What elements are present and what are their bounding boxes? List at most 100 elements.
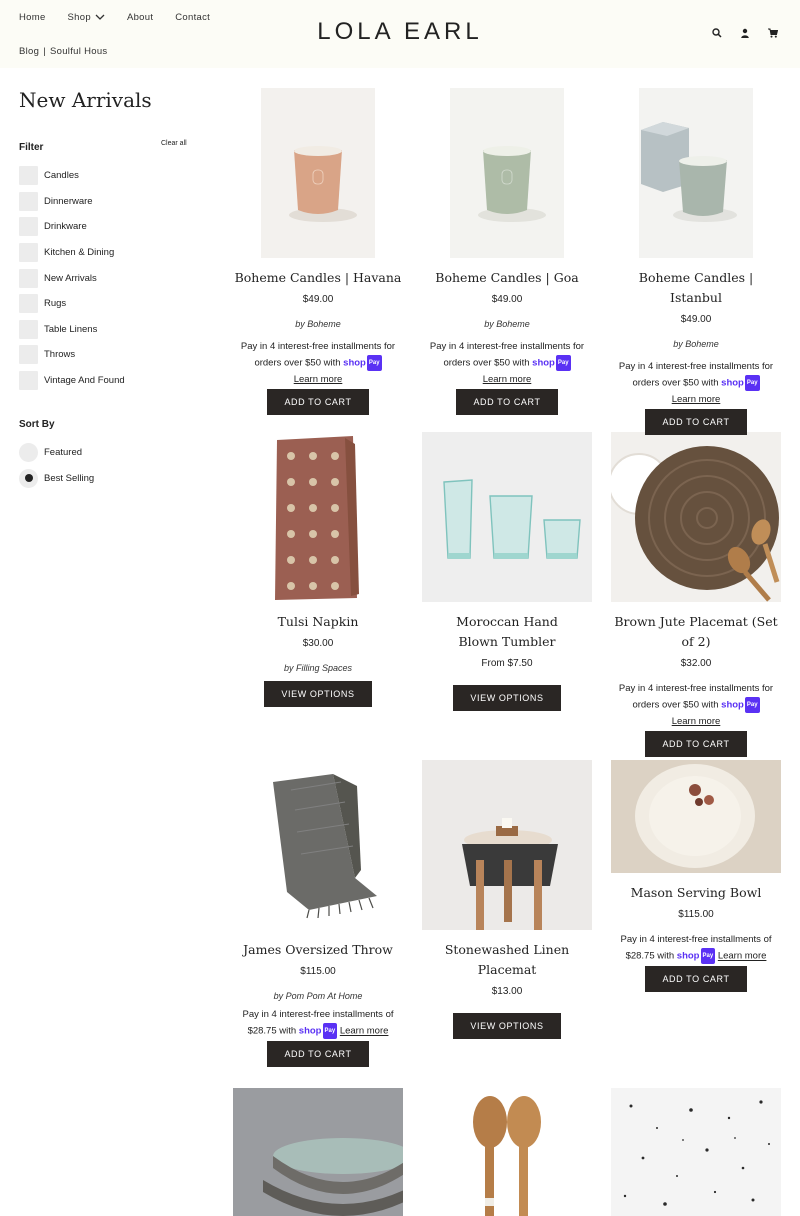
product-price: $49.00 xyxy=(302,294,334,305)
product-title[interactable]: Moroccan Hand Blown Tumbler xyxy=(422,612,592,652)
filter-item-vintage[interactable]: Vintage And Found xyxy=(19,368,125,394)
product-card-tumbler: Moroccan Hand Blown Tumbler From $7.50 V… xyxy=(422,612,592,711)
filter-checkbox[interactable] xyxy=(19,345,38,365)
sort-option-featured[interactable]: Featured xyxy=(19,440,94,466)
add-to-cart-button[interactable]: ADD TO CART xyxy=(456,388,558,415)
product-card-serving-bowl: Mason Serving Bowl $115.00 Pay in 4 inte… xyxy=(611,883,781,992)
shop-pay-line: $28.75 with xyxy=(247,1025,297,1037)
shop-pay-line: Pay in 4 interest-free installments of xyxy=(242,1009,394,1020)
shop-pay-badge: Pay xyxy=(555,355,571,371)
product-image-spoons[interactable] xyxy=(422,1088,592,1216)
filter-label: Vintage And Found xyxy=(44,375,125,387)
view-options-button[interactable]: VIEW OPTIONS xyxy=(264,681,372,707)
filter-label: Kitchen & Dining xyxy=(44,247,115,259)
breadcrumb-separator: | xyxy=(43,46,46,57)
product-title[interactable]: Mason Serving Bowl xyxy=(611,883,781,903)
add-to-cart-button[interactable]: ADD TO CART xyxy=(645,965,747,992)
filter-checkbox[interactable] xyxy=(19,371,38,391)
shop-pay-logo: shop xyxy=(676,950,700,962)
product-image-linen-placemat[interactable] xyxy=(422,760,592,930)
sort-radio-selected[interactable] xyxy=(19,468,38,488)
product-image-havana[interactable] xyxy=(261,88,375,258)
product-price: $49.00 xyxy=(680,314,712,325)
shop-pay-line: orders over $50 with xyxy=(254,357,341,369)
product-image-istanbul[interactable] xyxy=(639,88,753,258)
filter-checkbox[interactable] xyxy=(19,268,38,288)
product-image-serving-bowl[interactable] xyxy=(611,760,781,873)
filter-checkbox[interactable] xyxy=(19,319,38,339)
header-icons xyxy=(712,28,778,38)
filter-item-throws[interactable]: Throws xyxy=(19,342,125,368)
filter-item-dinnerware[interactable]: Dinnerware xyxy=(19,189,125,215)
sort-list: Featured Best Selling xyxy=(19,440,94,491)
product-image-tulsi-napkin[interactable] xyxy=(261,432,375,602)
learn-more-link[interactable]: Learn more xyxy=(718,951,767,962)
clear-all-link[interactable]: Clear all xyxy=(161,140,187,147)
filter-item-drinkware[interactable]: Drinkware xyxy=(19,214,125,240)
learn-more-link[interactable]: Learn more xyxy=(483,374,532,385)
sort-option-best-selling[interactable]: Best Selling xyxy=(19,466,94,492)
product-price: $30.00 xyxy=(302,638,334,649)
breadcrumb: Blog | Soulful Hous xyxy=(19,46,107,57)
filter-item-rugs[interactable]: Rugs xyxy=(19,291,125,317)
product-price: $32.00 xyxy=(680,658,712,669)
filter-item-table-linens[interactable]: Table Linens xyxy=(19,317,125,343)
shop-pay-logo: shop xyxy=(721,699,744,711)
product-title[interactable]: Boheme Candles | Goa xyxy=(422,268,592,288)
shop-pay-line: orders over $50 with xyxy=(443,357,530,369)
filter-checkbox[interactable] xyxy=(19,166,38,186)
learn-more-link[interactable]: Learn more xyxy=(294,374,343,385)
add-to-cart-button[interactable]: ADD TO CART xyxy=(645,730,747,757)
shop-pay-badge: Pay xyxy=(366,355,382,371)
product-image-jute-placemat[interactable] xyxy=(611,432,781,602)
shop-pay-line: $28.75 with xyxy=(625,950,675,962)
product-image-terrazzo[interactable] xyxy=(611,1088,781,1216)
view-options-button[interactable]: VIEW OPTIONS xyxy=(453,685,561,711)
product-vendor: by Boheme xyxy=(484,319,530,329)
add-to-cart-button[interactable]: ADD TO CART xyxy=(267,388,369,415)
shop-pay-message: Pay in 4 interest-free installments for o… xyxy=(611,359,781,408)
learn-more-link[interactable]: Learn more xyxy=(672,394,721,405)
account-icon[interactable] xyxy=(740,28,750,38)
product-title[interactable]: Boheme Candles | Havana xyxy=(233,268,403,288)
product-vendor: by Pom Pom At Home xyxy=(273,991,363,1001)
search-icon[interactable] xyxy=(712,28,722,38)
breadcrumb-current: Soulful Hous xyxy=(50,46,108,57)
shop-pay-badge: Pay xyxy=(700,948,716,964)
product-card-tulsi-napkin: Tulsi Napkin $30.00 by Filling Spaces VI… xyxy=(233,612,403,707)
filter-checkbox[interactable] xyxy=(19,191,38,211)
filter-item-candles[interactable]: Candles xyxy=(19,163,125,189)
site-logo[interactable]: LOLA EARL xyxy=(0,18,800,46)
product-title[interactable]: Tulsi Napkin xyxy=(233,612,403,632)
filter-checkbox[interactable] xyxy=(19,243,38,263)
sort-label: Best Selling xyxy=(44,472,95,484)
product-image-throw[interactable] xyxy=(233,760,403,930)
breadcrumb-blog[interactable]: Blog xyxy=(19,46,39,57)
cart-icon[interactable] xyxy=(768,28,778,38)
filter-label: Drinkware xyxy=(44,221,87,233)
product-title[interactable]: James Oversized Throw xyxy=(233,940,403,960)
product-price: $115.00 xyxy=(678,909,714,920)
filter-item-new-arrivals[interactable]: New Arrivals xyxy=(19,265,125,291)
product-card-linen-placemat: Stonewashed Linen Placemat $13.00 VIEW O… xyxy=(422,940,592,1039)
filter-checkbox[interactable] xyxy=(19,217,38,237)
filter-label: Rugs xyxy=(44,298,67,310)
filter-item-kitchen-dining[interactable]: Kitchen & Dining xyxy=(19,240,125,266)
shop-pay-line: Pay in 4 interest-free installments for xyxy=(240,341,396,352)
product-price: $115.00 xyxy=(300,966,336,977)
product-title[interactable]: Brown Jute Placemat (Set of 2) xyxy=(611,612,781,652)
filter-checkbox[interactable] xyxy=(19,294,38,314)
product-title[interactable]: Boheme Candles | Istanbul xyxy=(611,268,781,308)
filter-heading: Filter xyxy=(19,142,44,153)
product-image-bowls[interactable] xyxy=(233,1088,403,1216)
add-to-cart-button[interactable]: ADD TO CART xyxy=(267,1040,369,1067)
add-to-cart-button[interactable]: ADD TO CART xyxy=(645,408,747,435)
learn-more-link[interactable]: Learn more xyxy=(672,716,721,727)
product-title[interactable]: Stonewashed Linen Placemat xyxy=(422,940,592,980)
product-image-tumbler[interactable] xyxy=(422,432,592,602)
product-image-goa[interactable] xyxy=(450,88,564,258)
shop-pay-line: Pay in 4 interest-free installments for xyxy=(618,361,774,372)
view-options-button[interactable]: VIEW OPTIONS xyxy=(453,1013,561,1039)
learn-more-link[interactable]: Learn more xyxy=(340,1026,389,1037)
sort-radio[interactable] xyxy=(19,443,38,463)
